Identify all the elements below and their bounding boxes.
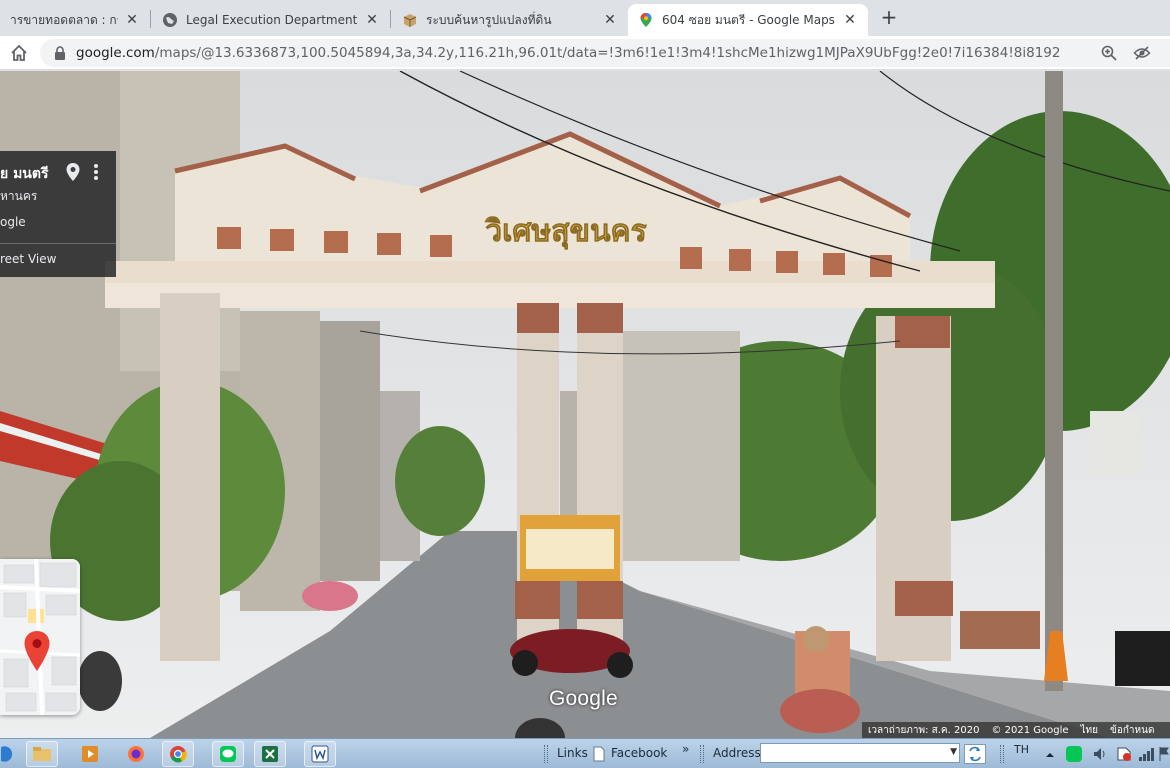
zoom-icon[interactable] <box>1100 44 1118 62</box>
start-orb-icon[interactable] <box>0 741 14 767</box>
windows-taskbar: Links Facebook » Address ▼ TH <box>0 738 1170 768</box>
location-pin-icon[interactable] <box>66 163 80 181</box>
language-link[interactable]: ไทย <box>1081 723 1098 738</box>
url-path: /maps/@13.6336873,100.5045894,3a,34.2y,1… <box>154 45 1061 61</box>
firefox-icon[interactable] <box>120 741 152 767</box>
tab-title: ระบบค้นหารูปแปลงที่ดิน <box>426 12 552 27</box>
browser-toolbar: google.com/maps/@13.6336873,100.5045894,… <box>0 36 1170 70</box>
explorer-taskbar-icon[interactable] <box>26 741 58 767</box>
map-pin-icon[interactable] <box>24 631 50 671</box>
minimap[interactable] <box>0 559 80 715</box>
word-icon[interactable] <box>304 741 336 767</box>
place-city: หานคร <box>0 189 38 203</box>
url-text[interactable]: google.com/maps/@13.6336873,100.5045894,… <box>76 45 1060 61</box>
browser-tab-strip: ารขายทอดตลาด : กรมบังคั ✕ Legal Executio… <box>0 0 1170 36</box>
terms-link[interactable]: ข้อกำหนด <box>1110 723 1154 738</box>
tab-title: 604 ซอย มนตรี - Google Maps <box>662 12 835 27</box>
volume-icon[interactable] <box>1092 746 1108 762</box>
more-options-icon[interactable] <box>92 163 100 181</box>
address-dropdown-icon[interactable]: ▼ <box>950 747 957 757</box>
tab-divider <box>150 10 151 28</box>
go-refresh-icon[interactable] <box>964 744 986 764</box>
show-hidden-icons-arrow[interactable] <box>1045 749 1055 759</box>
line-app-icon[interactable] <box>212 741 244 767</box>
tab-auction[interactable]: ารขายทอดตลาด : กรมบังคั ✕ <box>0 4 150 36</box>
facebook-link-icon <box>593 746 605 762</box>
tab-divider <box>390 10 391 28</box>
links-toolbar-label[interactable]: Links <box>557 746 588 760</box>
close-tab-icon[interactable]: ✕ <box>364 12 380 28</box>
media-player-icon[interactable] <box>74 741 106 767</box>
card-divider <box>0 243 116 244</box>
tab-google-maps[interactable]: 604 ซอย มนตรี - Google Maps ✕ <box>628 4 868 36</box>
close-tab-icon[interactable]: ✕ <box>124 12 140 28</box>
tab-title: ารขายทอดตลาด : กรมบังคั <box>10 12 118 27</box>
action-center-icon[interactable] <box>1116 746 1132 762</box>
input-language-indicator[interactable]: TH <box>1014 743 1029 756</box>
links-overflow-chevron[interactable]: » <box>682 742 689 756</box>
address-toolbar-label: Address <box>713 746 761 760</box>
chrome-icon[interactable] <box>162 741 194 767</box>
street-view-info-card: ย มนตรี หานคร ogle reet View <box>0 151 116 277</box>
excel-icon[interactable] <box>254 741 286 767</box>
street-view-viewport[interactable]: วิเศษสุขนคร ย มนตรี หานคร ogle reet View… <box>0 71 1170 738</box>
street-view-panorama[interactable]: วิเศษสุขนคร <box>0 71 1170 738</box>
maps-pin-icon <box>638 12 654 28</box>
url-host: google.com <box>76 45 155 61</box>
toolbar-grip[interactable] <box>544 745 548 763</box>
place-name[interactable]: ย มนตรี <box>0 163 49 185</box>
flag-tray-icon[interactable] <box>1158 746 1170 762</box>
address-bar[interactable]: google.com/maps/@13.6336873,100.5045894,… <box>40 39 1170 67</box>
imagery-owner: ogle <box>0 215 26 229</box>
tab-legal-execution[interactable]: Legal Execution Department. ✕ <box>152 4 390 36</box>
toolbar-grip[interactable] <box>1000 745 1004 763</box>
new-tab-button[interactable]: + <box>878 6 900 28</box>
close-tab-icon[interactable]: ✕ <box>602 12 618 28</box>
taskbar-address-input[interactable]: ▼ <box>760 743 960 763</box>
globe-icon <box>162 12 178 28</box>
line-tray-icon[interactable] <box>1066 746 1082 762</box>
capture-date: เวลาถ่ายภาพ: ส.ค. 2020 <box>868 724 980 736</box>
facebook-link[interactable]: Facebook <box>611 746 667 760</box>
tab-land-search[interactable]: ระบบค้นหารูปแปลงที่ดิน ✕ <box>392 4 628 36</box>
gate-sign-text: วิเศษสุขนคร <box>484 214 647 250</box>
google-watermark: Google <box>549 687 618 710</box>
copyright-text: © 2021 Google <box>991 724 1069 736</box>
tab-title: Legal Execution Department. <box>186 13 358 27</box>
toolbar-grip[interactable] <box>700 745 704 763</box>
home-icon[interactable] <box>8 42 30 64</box>
package-icon <box>402 12 418 28</box>
street-view-footer: เวลาถ่ายภาพ: ส.ค. 2020 © 2021 Google ไทย… <box>862 722 1170 738</box>
network-signal-icon[interactable] <box>1138 746 1154 762</box>
close-tab-icon[interactable]: ✕ <box>842 12 858 28</box>
street-view-label: reet View <box>0 252 57 266</box>
tracking-protection-icon[interactable] <box>1133 44 1151 62</box>
lock-icon[interactable] <box>54 46 66 60</box>
